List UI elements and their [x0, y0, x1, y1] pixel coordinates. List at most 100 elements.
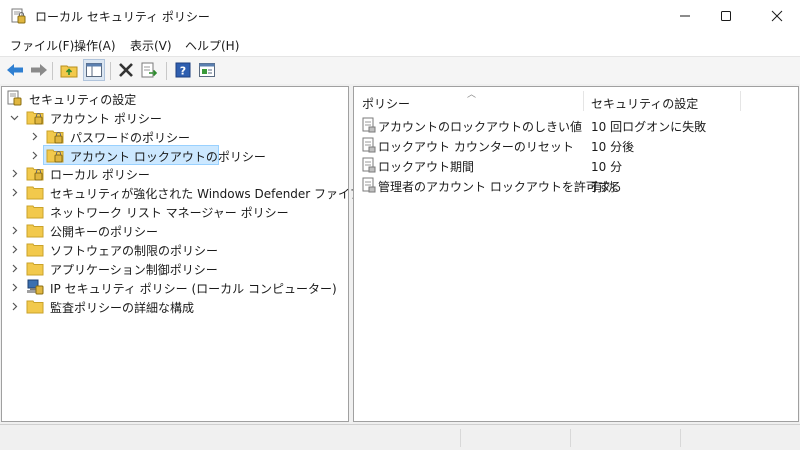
maximize-button[interactable]	[703, 0, 749, 32]
status-segment	[680, 429, 798, 447]
forward-button[interactable]	[28, 59, 50, 81]
tree-item-account-policies[interactable]: アカウント ポリシー	[6, 108, 206, 127]
tree-item-label: パスワードのポリシー	[70, 131, 191, 145]
folder-lock-icon	[46, 149, 64, 163]
chevron-right-icon[interactable]	[9, 259, 19, 278]
list-item[interactable]: 管理者のアカウント ロックアウトを許可する 有効	[362, 175, 792, 195]
tree-item-public-key-policies[interactable]: 公開キーのポリシー	[6, 221, 206, 240]
policy-item-icon	[362, 177, 376, 193]
tree-item-label: アプリケーション制御ポリシー	[50, 263, 218, 277]
help-button[interactable]: ?	[172, 59, 194, 81]
chevron-right-icon[interactable]	[9, 240, 19, 259]
folder-lock-icon	[26, 111, 44, 125]
tree-item-label: ローカル ポリシー	[50, 168, 150, 182]
export-list-icon	[141, 62, 158, 78]
up-one-level-button[interactable]	[58, 59, 80, 81]
tree-item-software-restriction[interactable]: ソフトウェアの制限のポリシー	[6, 240, 218, 259]
back-button[interactable]	[4, 59, 26, 81]
chevron-right-icon[interactable]	[9, 221, 19, 240]
list-item[interactable]: ロックアウト カウンターのリセット 10 分後	[362, 135, 792, 155]
policy-item-icon	[362, 157, 376, 173]
tree-item-label: 監査ポリシーの詳細な構成	[50, 301, 195, 315]
toolbar: ?	[0, 56, 800, 84]
minimize-button[interactable]	[662, 0, 708, 32]
svg-text:?: ?	[180, 65, 186, 78]
policy-name: ロックアウト カウンターのリセット	[378, 140, 574, 154]
security-policy-app-icon	[11, 8, 26, 24]
tree-pane: セキュリティの設定 アカウント ポリシー パスワードのポリシー アカウント ロッ…	[1, 86, 410, 422]
menu-action[interactable]: 操作(A)	[74, 37, 116, 54]
tree-item-password-policy[interactable]: パスワードのポリシー	[26, 127, 226, 146]
policy-name: アカウントのロックアウトのしきい値	[378, 120, 583, 134]
tree-root-label: セキュリティの設定	[29, 93, 137, 107]
ip-security-icon	[27, 279, 44, 295]
maximize-icon	[721, 11, 731, 21]
minimize-icon	[680, 15, 690, 17]
menu-file[interactable]: ファイル(F)	[10, 37, 74, 54]
chevron-right-icon[interactable]	[9, 297, 19, 316]
sort-ascending-icon: ︿	[467, 90, 477, 100]
tree-item-label: ソフトウェアの制限のポリシー	[50, 244, 219, 258]
menu-help[interactable]: ヘルプ(H)	[185, 37, 239, 54]
chevron-right-icon[interactable]	[29, 127, 39, 146]
column-header-setting[interactable]: セキュリティの設定	[591, 87, 698, 111]
tree-item-label: ネットワーク リスト マネージャー ポリシー	[50, 206, 289, 220]
show-hide-tree-button[interactable]	[83, 59, 105, 81]
up-folder-icon	[60, 65, 78, 78]
folder-lock-icon	[46, 130, 64, 144]
tree-item-advanced-audit[interactable]: 監査ポリシーの詳細な構成	[6, 297, 206, 316]
title-bar: ローカル セキュリティ ポリシー	[0, 0, 800, 32]
tree-item-application-control[interactable]: アプリケーション制御ポリシー	[6, 259, 218, 278]
folder-icon	[26, 186, 44, 200]
list-item[interactable]: アカウントのロックアウトのしきい値 10 回ログオンに失敗	[362, 115, 792, 135]
close-button[interactable]	[754, 0, 800, 32]
policy-item-icon	[362, 117, 376, 133]
status-bar	[0, 424, 800, 450]
policy-value: 10 分	[591, 160, 623, 174]
status-segment	[460, 429, 570, 447]
list-item[interactable]: ロックアウト期間 10 分	[362, 155, 792, 175]
chevron-right-icon[interactable]	[9, 278, 19, 297]
folder-icon	[26, 224, 44, 238]
tree-item-account-lockout-policy[interactable]: アカウント ロックアウトのポリシー	[26, 146, 266, 165]
tree-item-ip-security[interactable]: IP セキュリティ ポリシー (ローカル コンピューター)	[6, 278, 337, 297]
chevron-down-icon[interactable]	[9, 108, 19, 127]
chevron-right-icon[interactable]	[29, 146, 39, 165]
properties-button[interactable]	[196, 59, 218, 81]
folder-icon	[26, 262, 44, 276]
tree-item-defender-firewall[interactable]: セキュリティが強化された Windows Defender ファイアウォール	[6, 183, 410, 202]
tree-item-label: 公開キーのポリシー	[50, 225, 159, 239]
list-header: ︿ ポリシー セキュリティの設定	[354, 87, 798, 113]
menu-bar: ファイル(F) 操作(A) 表示(V) ヘルプ(H)	[0, 32, 800, 56]
folder-icon	[26, 243, 44, 257]
tree-item-network-list-manager[interactable]: ネットワーク リスト マネージャー ポリシー	[6, 202, 306, 221]
tree-item-label: アカウント ポリシー	[50, 112, 162, 126]
chevron-right-icon[interactable]	[9, 164, 19, 183]
tree-root[interactable]: セキュリティの設定	[6, 89, 206, 108]
forward-arrow-icon	[31, 64, 47, 76]
tree-item-label: アカウント ロックアウトのポリシー	[70, 150, 266, 164]
tree-item-local-policies[interactable]: ローカル ポリシー	[6, 164, 206, 183]
back-arrow-icon	[7, 64, 23, 76]
folder-icon	[26, 300, 44, 314]
close-icon	[771, 10, 783, 22]
policy-item-icon	[362, 137, 376, 153]
security-settings-icon	[7, 90, 22, 106]
properties-icon	[199, 63, 215, 77]
delete-button[interactable]	[115, 59, 137, 81]
policy-value: 10 回ログオンに失敗	[591, 120, 707, 134]
folder-lock-icon	[26, 167, 44, 181]
policy-name: 管理者のアカウント ロックアウトを許可する	[378, 180, 622, 194]
help-icon: ?	[175, 62, 191, 78]
status-segment	[570, 429, 680, 447]
policy-name: ロックアウト期間	[378, 160, 475, 174]
policy-value: 有効	[591, 180, 616, 194]
folder-icon	[26, 205, 44, 219]
menu-view[interactable]: 表示(V)	[130, 37, 172, 54]
list-pane: ︿ ポリシー セキュリティの設定 アカウントのロックアウトのしきい値 10 回ロ…	[353, 86, 799, 422]
chevron-right-icon[interactable]	[9, 183, 19, 202]
window-title: ローカル セキュリティ ポリシー	[35, 10, 210, 24]
export-list-button[interactable]	[139, 59, 161, 81]
tree-item-label: IP セキュリティ ポリシー (ローカル コンピューター)	[50, 282, 337, 296]
column-header-policy[interactable]: ポリシー	[362, 87, 410, 111]
